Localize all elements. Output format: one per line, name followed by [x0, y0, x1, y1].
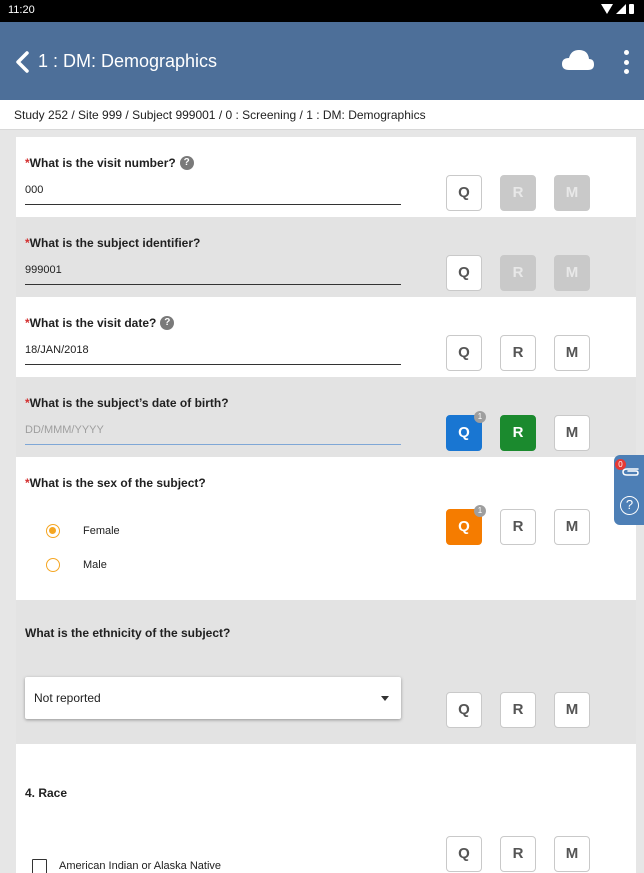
- review-button[interactable]: R: [500, 836, 536, 872]
- page-title: 1 : DM: Demographics: [38, 51, 218, 71]
- radio-label-female: Female: [83, 525, 120, 537]
- manual-button[interactable]: M: [554, 335, 590, 371]
- query-button-label: Q: [458, 518, 470, 535]
- question-label: * What is the sex of the subject?: [25, 476, 206, 490]
- question-date-of-birth: * What is the subject’s date of birth? D…: [16, 377, 636, 457]
- status-bar: 11:20: [0, 0, 644, 22]
- help-icon[interactable]: ?: [179, 156, 194, 170]
- question-subject-identifier: * What is the subject identifier? 999001…: [16, 217, 636, 297]
- query-button[interactable]: Q: [446, 255, 482, 291]
- manual-button[interactable]: M: [554, 509, 590, 545]
- form-container: * What is the visit number? ? 000 Q R M …: [16, 137, 636, 873]
- review-button[interactable]: R: [500, 415, 536, 451]
- app-bar: 1 : DM: Demographics: [0, 22, 644, 100]
- date-of-birth-input[interactable]: DD/MMM/YYYY: [25, 424, 401, 445]
- status-icons: [601, 4, 634, 14]
- back-arrow-icon[interactable]: [12, 50, 32, 74]
- query-button[interactable]: Q: [446, 175, 482, 211]
- question-text: 4. Race: [25, 786, 68, 800]
- query-button[interactable]: Q 1: [446, 505, 486, 545]
- manual-button[interactable]: M: [554, 692, 590, 728]
- query-button[interactable]: Q: [446, 335, 482, 371]
- caret-down-icon: [381, 696, 389, 701]
- question-visit-date: * What is the visit date? ? 18/JAN/2018 …: [16, 297, 636, 377]
- review-button: R: [500, 175, 536, 211]
- query-button[interactable]: Q 1: [446, 411, 486, 451]
- cloud-sync-icon[interactable]: [560, 48, 596, 72]
- attachment-count-badge: 0: [615, 459, 626, 470]
- question-text: What is the sex of the subject?: [29, 476, 206, 490]
- question-label: * What is the subject’s date of birth?: [25, 396, 229, 410]
- question-label: 4. Race: [25, 786, 67, 800]
- breadcrumb: Study 252 / Site 999 / Subject 999001 / …: [0, 100, 644, 130]
- question-label: * What is the subject identifier?: [25, 236, 200, 250]
- question-text: What is the visit number?: [29, 156, 176, 170]
- question-text: What is the visit date?: [29, 316, 157, 330]
- help-icon[interactable]: ?: [160, 316, 175, 330]
- manual-button: M: [554, 255, 590, 291]
- question-label: * What is the visit number? ?: [25, 156, 194, 170]
- review-button[interactable]: R: [500, 692, 536, 728]
- query-button-label: Q: [458, 424, 470, 441]
- checkbox-label-american-indian: American Indian or Alaska Native: [59, 860, 222, 872]
- signal-icon: [616, 4, 626, 14]
- manual-button: M: [554, 175, 590, 211]
- question-text: What is the ethnicity of the subject?: [25, 626, 231, 640]
- visit-date-input[interactable]: 18/JAN/2018: [25, 344, 401, 365]
- question-label: * What is the visit date? ?: [25, 316, 175, 330]
- query-count-badge: 1: [474, 505, 486, 517]
- review-button: R: [500, 255, 536, 291]
- question-text: What is the subject’s date of birth?: [29, 396, 229, 410]
- question-ethnicity: What is the ethnicity of the subject? No…: [16, 600, 636, 744]
- question-label: What is the ethnicity of the subject?: [25, 626, 230, 640]
- ethnicity-select[interactable]: Not reported: [25, 677, 401, 719]
- review-button[interactable]: R: [500, 509, 536, 545]
- side-panel: 0 ?: [614, 455, 644, 525]
- query-button[interactable]: Q: [446, 692, 482, 728]
- subject-identifier-input[interactable]: 999001: [25, 264, 401, 285]
- battery-icon: [629, 4, 634, 14]
- question-sex: * What is the sex of the subject? Female…: [16, 457, 636, 600]
- radio-female[interactable]: [46, 524, 60, 538]
- ethnicity-selected-value: Not reported: [34, 691, 101, 705]
- query-button[interactable]: Q: [446, 836, 482, 872]
- query-count-badge: 1: [474, 411, 486, 423]
- manual-button[interactable]: M: [554, 415, 590, 451]
- wifi-icon: [601, 4, 613, 14]
- review-button[interactable]: R: [500, 335, 536, 371]
- question-visit-number: * What is the visit number? ? 000 Q R M: [16, 137, 636, 217]
- status-time: 11:20: [8, 4, 35, 16]
- radio-male[interactable]: [46, 558, 60, 572]
- visit-number-input[interactable]: 000: [25, 184, 401, 205]
- radio-label-male: Male: [83, 559, 107, 571]
- question-race: 4. Race Q R M American Indian or Alaska …: [16, 744, 636, 873]
- question-text: What is the subject identifier?: [29, 236, 201, 250]
- help-circle-icon[interactable]: ?: [620, 496, 639, 515]
- checkbox-american-indian[interactable]: [32, 859, 47, 873]
- manual-button[interactable]: M: [554, 836, 590, 872]
- overflow-menu-icon[interactable]: [620, 50, 632, 74]
